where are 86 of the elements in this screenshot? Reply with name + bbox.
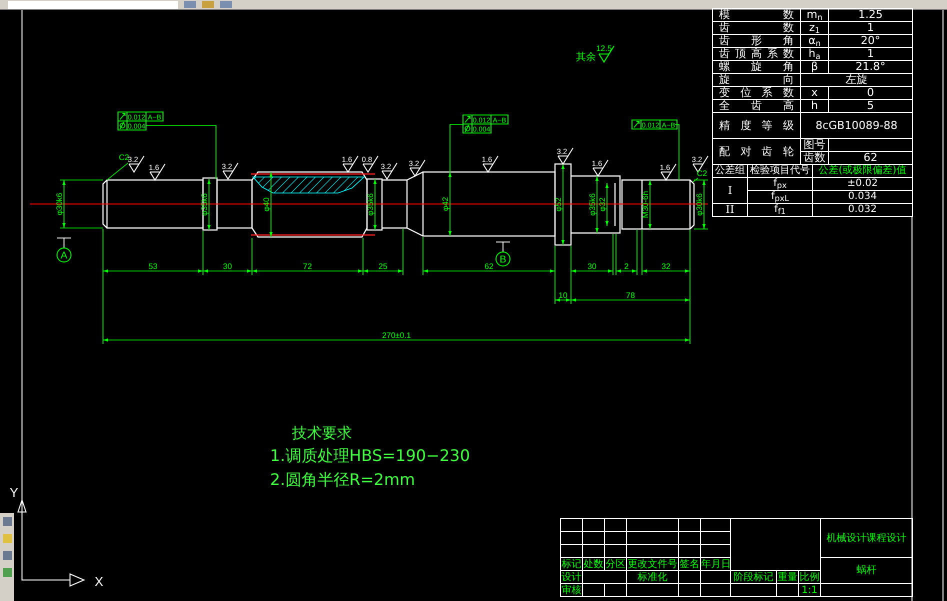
datum-label: A bbox=[60, 250, 68, 262]
parameter-value: 1.25 bbox=[828, 8, 912, 22]
dimension-text: 30 bbox=[588, 262, 596, 271]
parameter-symbol: 齿数 bbox=[800, 152, 828, 164]
parameter-value: 21.8° bbox=[828, 60, 912, 74]
table-cell: ±0.02 bbox=[812, 178, 912, 190]
parameter-symbol: β bbox=[800, 60, 828, 74]
column-header: 更改文件号 bbox=[626, 558, 678, 570]
table-cell: f$_{px}$ bbox=[748, 178, 812, 190]
row-label: 设计 bbox=[560, 570, 582, 584]
parameter-name: 模数 bbox=[712, 8, 800, 22]
parameter-name: 齿形角 bbox=[712, 34, 800, 48]
parameter-name: 精度等级 bbox=[712, 112, 800, 138]
part-name: 蜗杆 bbox=[820, 558, 913, 584]
chamfer-label: C2 bbox=[696, 169, 708, 178]
parameter-name: 螺旋角 bbox=[712, 60, 800, 74]
table-cell: II bbox=[712, 204, 748, 216]
dimension-text: 32 bbox=[662, 262, 670, 271]
requirement-text: 1.调质处理HBS=190−230 bbox=[270, 446, 470, 467]
column-header: 标记 bbox=[560, 558, 582, 570]
dimension-text: 72 bbox=[303, 262, 312, 271]
column-header: 比例 bbox=[798, 570, 821, 584]
dimension-text: φ35k6 bbox=[200, 193, 209, 216]
parameter-symbol: m$_{n}$ bbox=[800, 8, 828, 22]
parameter-symbol: x bbox=[800, 86, 828, 100]
parameter-name: 旋向 bbox=[712, 74, 800, 86]
parameter-name: 配对齿轮 bbox=[712, 138, 800, 164]
column-header: 签名 bbox=[678, 558, 700, 570]
parameter-value: 8cGB10089-88 bbox=[800, 112, 912, 138]
axis-label: X bbox=[94, 574, 104, 589]
chamfer-label: C2 bbox=[118, 153, 130, 162]
dimension-text: 53 bbox=[148, 262, 158, 271]
dimension-text: φ42 bbox=[441, 196, 450, 212]
datum-label: B bbox=[500, 254, 506, 266]
dimension-text: φ35k6 bbox=[588, 193, 597, 216]
dimension-text: 10 bbox=[558, 291, 568, 300]
row-label: 标准化 bbox=[626, 570, 678, 584]
column-header: 公差(或极限偏差)值 bbox=[812, 164, 912, 178]
table-cell: 0.032 bbox=[812, 204, 912, 216]
parameter-value: 1 bbox=[828, 22, 912, 34]
scale-value: 1:1 bbox=[798, 584, 821, 596]
parameter-value: 20° bbox=[828, 34, 912, 48]
dimension-text: φ32 bbox=[598, 197, 607, 212]
table-cell: 0.034 bbox=[812, 190, 912, 204]
dimension-text: φ52 bbox=[554, 197, 563, 212]
parameter-value: 1 bbox=[828, 48, 912, 60]
dimension-text: M30-6h bbox=[641, 190, 650, 218]
column-header: 处数 bbox=[582, 558, 604, 570]
dimension-text: φ40 bbox=[262, 197, 271, 212]
roughness-value: 12.5 bbox=[596, 44, 612, 53]
requirements-title: 技术要求 bbox=[292, 424, 353, 443]
row-label: 审核 bbox=[560, 584, 582, 596]
column-header: 检验项目代号 bbox=[748, 164, 812, 178]
parameter-name: 变位系数 bbox=[712, 86, 800, 100]
dimension-text: 30 bbox=[223, 262, 232, 271]
dimension-text: 2 bbox=[624, 262, 629, 271]
axis-label: Y bbox=[10, 485, 18, 500]
table-cell: f$_{f1}$ bbox=[748, 204, 812, 216]
dimension-text: φ35k6 bbox=[366, 193, 375, 216]
requirement-text: 2.圆角半径R=2mm bbox=[270, 470, 416, 491]
column-header: 分区 bbox=[604, 558, 626, 570]
dimension-text: 78 bbox=[626, 291, 635, 300]
parameter-symbol: α$_{n}$ bbox=[800, 34, 828, 48]
dimension-text: 270±0.1 bbox=[382, 331, 411, 340]
parameter-value: 5 bbox=[828, 100, 912, 112]
table-cell: f$_{pxL}$ bbox=[748, 190, 812, 204]
parameter-symbol: 图号 bbox=[800, 138, 828, 152]
parameter-name: 齿顶高系数 bbox=[712, 48, 800, 60]
parameter-symbol: z$_{1}$ bbox=[800, 22, 828, 34]
column-header: 重量 bbox=[776, 570, 798, 584]
parameter-value: 0 bbox=[828, 86, 912, 100]
column-header: 年月日 bbox=[700, 558, 730, 570]
parameter-value: 左旋 bbox=[800, 74, 912, 86]
table-cell: I bbox=[712, 178, 748, 204]
column-header: 公差组 bbox=[712, 164, 748, 178]
parameter-name: 齿数 bbox=[712, 22, 800, 34]
school-name: 机械设计课程设计 bbox=[820, 518, 913, 558]
column-header: 阶段标记 bbox=[730, 570, 776, 584]
roughness-note: 其余 bbox=[576, 52, 596, 63]
dimension-text: 62 bbox=[484, 262, 494, 271]
parameter-name: 全齿高 bbox=[712, 100, 800, 112]
dimension-text: 25 bbox=[378, 262, 388, 271]
parameter-symbol: h bbox=[800, 100, 828, 112]
dimension-text: φ30k6 bbox=[695, 193, 704, 216]
dimension-text: φ30k6 bbox=[55, 192, 64, 216]
parameter-symbol: h$_{a}$ bbox=[800, 48, 828, 60]
